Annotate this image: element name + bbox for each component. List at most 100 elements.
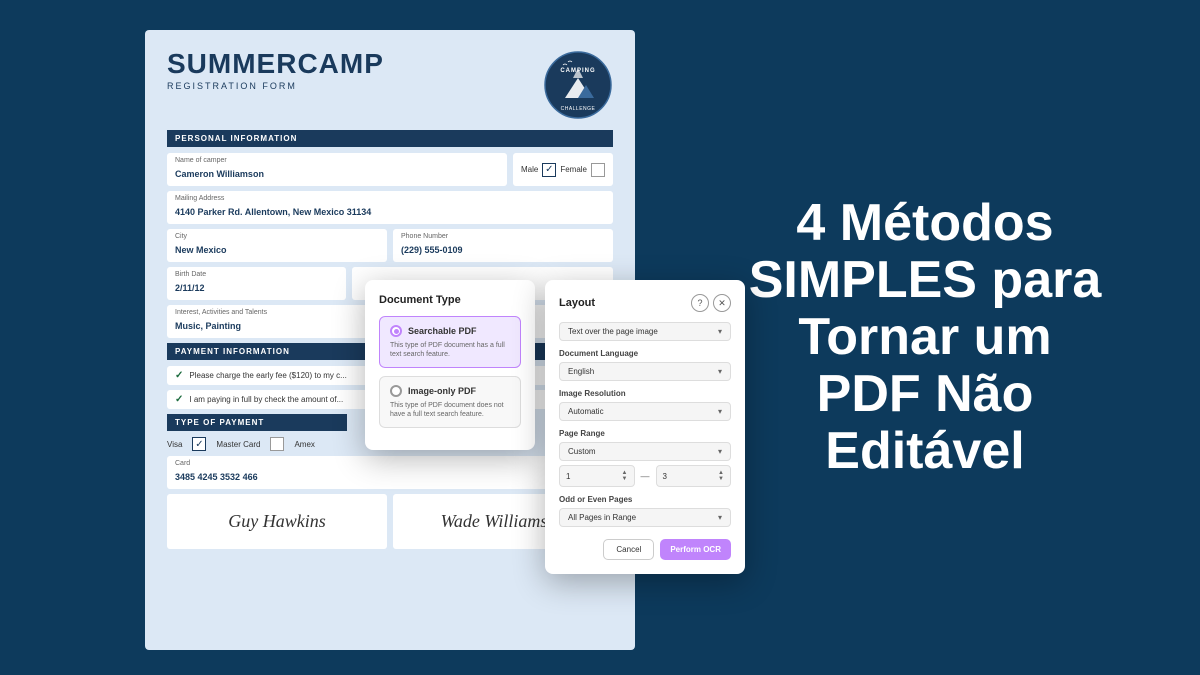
- page-range-label: Page Range: [559, 429, 731, 438]
- visa-label: Visa: [167, 440, 182, 449]
- layout-select[interactable]: Text over the page image ▾: [559, 322, 731, 341]
- payment2-text: I am paying in full by check the amount …: [189, 395, 343, 404]
- payment2-check: ✓: [175, 394, 183, 405]
- name-field: Name of camper Cameron Williamson: [167, 153, 507, 186]
- address-field: Mailing Address 4140 Parker Rd. Allentow…: [167, 191, 613, 224]
- language-select[interactable]: English ▾: [559, 362, 731, 381]
- female-checkbox[interactable]: [591, 163, 605, 177]
- type-payment-header: TYPE OF PAYMENT: [167, 414, 347, 431]
- page-from-arrows[interactable]: ▲▼: [622, 470, 628, 482]
- resolution-label: Image Resolution: [559, 389, 731, 398]
- city-label: City: [175, 233, 379, 240]
- form-header: SUMMERCAMP REGISTRATION FORM CAMPING CHA…: [167, 50, 613, 120]
- phone-label: Phone Number: [401, 233, 605, 240]
- document-type-title: Document Type: [379, 294, 521, 306]
- city-value: New Mexico: [175, 245, 227, 255]
- page-to-value: 3: [663, 472, 667, 481]
- birth-label: Birth Date: [175, 271, 338, 278]
- signature-box-1: Guy Hawkins: [167, 494, 387, 549]
- address-label: Mailing Address: [175, 195, 605, 202]
- card-label: Card: [175, 460, 605, 467]
- odd-even-select[interactable]: All Pages in Range ▾: [559, 508, 731, 527]
- amex-label: Amex: [294, 440, 314, 449]
- page-to-input[interactable]: 3 ▲▼: [656, 465, 732, 487]
- birth-value: 2/11/12: [175, 283, 205, 293]
- page-range-value: Custom: [568, 447, 596, 456]
- close-icon[interactable]: ✕: [713, 294, 731, 312]
- document-type-dialog: Document Type Searchable PDF This type o…: [365, 280, 535, 450]
- image-only-title: Image-only PDF: [408, 386, 476, 396]
- page-range-arrow: ▾: [718, 447, 722, 456]
- card-value: 3485 4245 3532 466: [175, 472, 258, 482]
- form-subtitle: REGISTRATION FORM: [167, 81, 384, 91]
- resolution-arrow: ▾: [718, 407, 722, 416]
- camping-logo: CAMPING CHALLENGE: [543, 50, 613, 120]
- city-field: City New Mexico: [167, 229, 387, 262]
- resolution-value: Automatic: [568, 407, 604, 416]
- page-from-value: 1: [566, 472, 570, 481]
- headline-line2: SIMPLES para: [749, 252, 1102, 309]
- headline-line3: Tornar um: [749, 309, 1102, 366]
- resolution-select[interactable]: Automatic ▾: [559, 402, 731, 421]
- layout-arrow: ▾: [718, 327, 722, 336]
- language-arrow: ▾: [718, 367, 722, 376]
- address-row: Mailing Address 4140 Parker Rd. Allentow…: [167, 191, 613, 224]
- odd-even-label: Odd or Even Pages: [559, 495, 731, 504]
- ocr-icons: ? ✕: [691, 294, 731, 312]
- name-row: Name of camper Cameron Williamson Male ✓…: [167, 153, 613, 186]
- help-icon[interactable]: ?: [691, 294, 709, 312]
- ocr-header: Layout ? ✕: [559, 294, 731, 312]
- searchable-pdf-title: Searchable PDF: [408, 326, 477, 336]
- image-only-pdf-option[interactable]: Image-only PDF This type of PDF document…: [379, 376, 521, 428]
- searchable-pdf-desc: This type of PDF document has a full tex…: [390, 341, 510, 359]
- image-radio: [390, 385, 402, 397]
- searchable-pdf-option[interactable]: Searchable PDF This type of PDF document…: [379, 316, 521, 368]
- ocr-settings-dialog: Layout ? ✕ Text over the page image ▾ Do…: [545, 280, 745, 574]
- male-checkbox[interactable]: ✓: [542, 163, 556, 177]
- odd-even-arrow: ▾: [718, 513, 722, 522]
- page-to-arrows[interactable]: ▲▼: [718, 470, 724, 482]
- ocr-footer: Cancel Perform OCR: [559, 539, 731, 560]
- perform-ocr-button[interactable]: Perform OCR: [660, 539, 731, 560]
- left-panel: SUMMERCAMP REGISTRATION FORM CAMPING CHA…: [0, 0, 650, 675]
- payment1-text: Please charge the early fee ($120) to my…: [189, 371, 346, 380]
- name-label: Name of camper: [175, 157, 499, 164]
- headline-line1: 4 Métodos: [749, 195, 1102, 252]
- visa-checkbox[interactable]: ✓: [192, 437, 206, 451]
- mastercard-checkbox[interactable]: [270, 437, 284, 451]
- page-range-inputs: 1 ▲▼ — 3 ▲▼: [559, 465, 731, 487]
- gender-group: Male ✓ Female: [513, 153, 613, 186]
- payment1-check: ✓: [175, 370, 183, 381]
- city-phone-row: City New Mexico Phone Number (229) 555-0…: [167, 229, 613, 262]
- headline-line5: Editável: [749, 423, 1102, 480]
- svg-text:CHALLENGE: CHALLENGE: [561, 106, 596, 112]
- ocr-title: Layout: [559, 297, 595, 309]
- language-value: English: [568, 367, 594, 376]
- layout-value: Text over the page image: [568, 327, 658, 336]
- form-title: SUMMERCAMP: [167, 50, 384, 78]
- birth-field: Birth Date 2/11/12: [167, 267, 346, 300]
- cancel-button[interactable]: Cancel: [603, 539, 654, 560]
- odd-even-value: All Pages in Range: [568, 513, 636, 522]
- gender-male-label: Male: [521, 165, 538, 174]
- language-label: Document Language: [559, 349, 731, 358]
- gender-female-label: Female: [560, 165, 587, 174]
- personal-info-header: PERSONAL INFORMATION: [167, 130, 613, 147]
- headline-line4: PDF Não: [749, 366, 1102, 423]
- page-from-input[interactable]: 1 ▲▼: [559, 465, 635, 487]
- image-option-header: Image-only PDF: [390, 385, 510, 397]
- address-value: 4140 Parker Rd. Allentown, New Mexico 31…: [175, 207, 371, 217]
- phone-value: (229) 555-0109: [401, 245, 463, 255]
- interest-value: Music, Painting: [175, 321, 241, 331]
- mastercard-label: Master Card: [216, 440, 260, 449]
- searchable-radio: [390, 325, 402, 337]
- image-only-desc: This type of PDF document does not have …: [390, 401, 510, 419]
- name-value: Cameron Williamson: [175, 169, 264, 179]
- searchable-option-header: Searchable PDF: [390, 325, 510, 337]
- range-dash: —: [641, 471, 650, 481]
- page-range-select[interactable]: Custom ▾: [559, 442, 731, 461]
- signature-1: Guy Hawkins: [228, 511, 326, 532]
- form-title-block: SUMMERCAMP REGISTRATION FORM: [167, 50, 384, 91]
- phone-field: Phone Number (229) 555-0109: [393, 229, 613, 262]
- headline: 4 Métodos SIMPLES para Tornar um PDF Não…: [749, 195, 1102, 481]
